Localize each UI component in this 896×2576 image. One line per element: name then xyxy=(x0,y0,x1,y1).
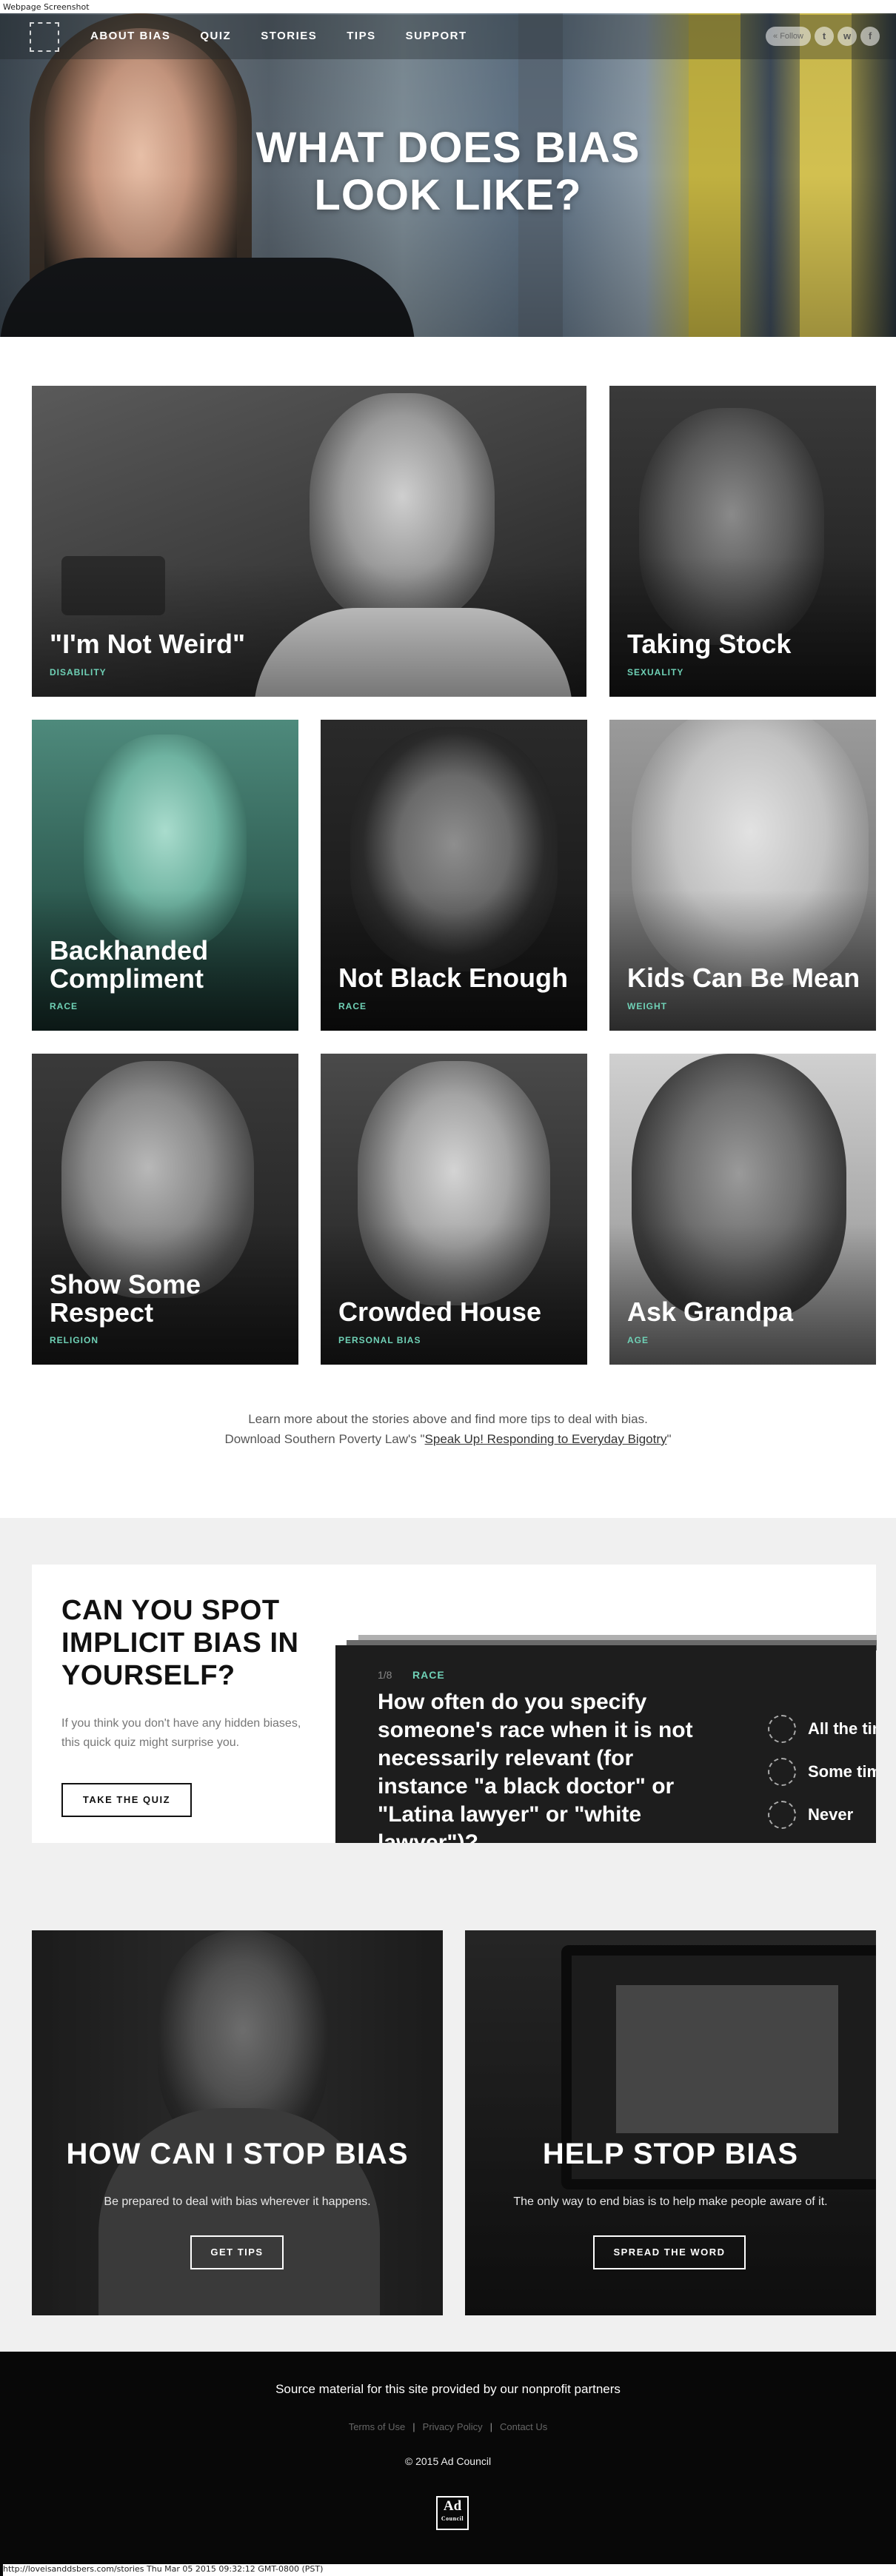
cta-subtitle: The only way to end bias is to help make… xyxy=(513,2195,828,2208)
site-logo[interactable] xyxy=(30,22,59,52)
nav-menu: ABOUT BIAS QUIZ STORIES TIPS SUPPORT xyxy=(90,30,467,42)
intro-suffix: " xyxy=(666,1432,672,1446)
intro-line1: Learn more about the stories above and f… xyxy=(248,1412,648,1426)
story-title: Not Black Enough xyxy=(338,963,569,993)
story-title: "I'm Not Weird" xyxy=(50,629,246,659)
social-links: « Follow t w f xyxy=(766,27,880,46)
ad-council-logo[interactable]: Ad Council xyxy=(436,2496,469,2530)
top-nav: ABOUT BIAS QUIZ STORIES TIPS SUPPORT « F… xyxy=(0,15,896,59)
footer-partners-text: Source material for this site provided b… xyxy=(275,2382,621,2396)
window-title: Webpage Screenshot xyxy=(3,2,90,12)
story-title: Show Some Respect xyxy=(50,1269,201,1328)
ad-council-logo-line1: Ad xyxy=(443,2498,462,2514)
nav-item-stories[interactable]: STORIES xyxy=(261,30,317,42)
story-tag: RACE xyxy=(338,1001,367,1011)
nav-item-tips[interactable]: TIPS xyxy=(347,30,375,42)
quiz-option-never[interactable]: Never xyxy=(768,1801,853,1829)
hero-title-line2: LOOK LIKE? xyxy=(314,171,582,219)
nav-item-about-bias[interactable]: ABOUT BIAS xyxy=(90,30,170,42)
quiz-counter: 1/8 xyxy=(378,1669,392,1681)
quiz-option-label: Some times xyxy=(808,1762,876,1781)
story-tag: WEIGHT xyxy=(627,1001,667,1011)
take-quiz-button[interactable]: TAKE THE QUIZ xyxy=(61,1783,192,1817)
hero-title-line1: WHAT DOES BIAS xyxy=(255,124,641,172)
story-title: Backhanded Compliment xyxy=(50,935,209,994)
nav-item-support[interactable]: SUPPORT xyxy=(406,30,467,42)
story-tag: DISABILITY xyxy=(50,667,107,678)
quiz-question-panel: 1/8 RACE How often do you specify someon… xyxy=(335,1645,876,1843)
story-card-kids-can-be-mean[interactable]: Kids Can Be Mean WEIGHT xyxy=(609,720,876,1031)
status-bar-url: http://loveisanddsbers.com/stories Thu M… xyxy=(3,2564,896,2576)
quiz-option-label: All the time xyxy=(808,1719,876,1738)
terms-link[interactable]: Terms of Use xyxy=(349,2421,406,2432)
twitter-icon[interactable]: w xyxy=(838,27,857,46)
story-tag: RELIGION xyxy=(50,1335,99,1345)
spread-the-word-button[interactable]: SPREAD THE WORD xyxy=(593,2235,746,2269)
story-title: Kids Can Be Mean xyxy=(627,963,860,993)
story-card-taking-stock[interactable]: Taking Stock SEXUALITY xyxy=(609,386,876,697)
quiz-subtitle: If you think you don't have any hidden b… xyxy=(61,1717,301,1749)
story-card-show-some-respect[interactable]: Show Some Respect RELIGION xyxy=(32,1054,298,1365)
story-tag: SEXUALITY xyxy=(627,667,684,678)
speak-up-link[interactable]: Speak Up! Responding to Everyday Bigotry xyxy=(425,1432,667,1446)
story-card-crowded-house[interactable]: Crowded House PERSONAL BIAS xyxy=(321,1054,587,1365)
cta-title: HOW CAN I STOP BIAS xyxy=(66,2138,409,2170)
story-title: Ask Grandpa xyxy=(627,1297,794,1327)
quiz-title: CAN YOU SPOT IMPLICIT BIAS IN YOURSELF? xyxy=(61,1595,299,1691)
nav-item-quiz[interactable]: QUIZ xyxy=(200,30,231,42)
radio-icon[interactable] xyxy=(768,1758,796,1786)
intro-prefix: Download Southern Poverty Law's " xyxy=(224,1432,425,1446)
quiz-category: RACE xyxy=(412,1669,445,1681)
cta-card-help-stop-bias[interactable]: HELP STOP BIAS The only way to end bias … xyxy=(465,1930,876,2315)
facebook-icon[interactable]: f xyxy=(860,27,880,46)
story-tag: AGE xyxy=(627,1335,649,1345)
cta-subtitle: Be prepared to deal with bias wherever i… xyxy=(104,2195,371,2208)
footer-copyright: © 2015 Ad Council xyxy=(404,2455,492,2467)
story-title: Taking Stock xyxy=(627,629,792,659)
story-card-not-black-enough[interactable]: Not Black Enough RACE xyxy=(321,720,587,1031)
follow-label: Follow xyxy=(780,32,803,41)
stories-intro: Learn more about the stories above and f… xyxy=(222,1409,674,1449)
intro-line2: Download Southern Poverty Law's "Speak U… xyxy=(222,1429,674,1449)
tumblr-icon[interactable]: t xyxy=(815,27,834,46)
story-title: Crowded House xyxy=(338,1297,542,1327)
story-card-ask-grandpa[interactable]: Ask Grandpa AGE xyxy=(609,1054,876,1365)
footer-links: Terms of Use | Privacy Policy | Contact Us xyxy=(348,2421,548,2432)
hero-title: WHAT DOES BIAS LOOK LIKE? xyxy=(0,124,896,219)
story-overlay xyxy=(609,1224,876,1365)
get-tips-button[interactable]: GET TIPS xyxy=(190,2235,284,2269)
ad-council-logo-line2: Council xyxy=(441,2515,464,2522)
cta-card-stop-bias[interactable]: HOW CAN I STOP BIAS Be prepared to deal … xyxy=(32,1930,443,2315)
quiz-option-all-the-time[interactable]: All the time xyxy=(768,1715,876,1743)
radio-icon[interactable] xyxy=(768,1715,796,1743)
story-tag: RACE xyxy=(50,1001,78,1011)
cta-title: HELP STOP BIAS xyxy=(542,2138,799,2170)
quiz-option-some-times[interactable]: Some times xyxy=(768,1758,876,1786)
quiz-question: How often do you specify someone's race … xyxy=(378,1690,693,1843)
hero-banner: WHAT DOES BIAS LOOK LIKE? xyxy=(0,13,896,337)
radio-icon[interactable] xyxy=(768,1801,796,1829)
follow-button[interactable]: « Follow xyxy=(766,27,811,46)
story-tag: PERSONAL BIAS xyxy=(338,1335,421,1345)
privacy-link[interactable]: Privacy Policy xyxy=(423,2421,483,2432)
story-card-im-not-weird[interactable]: "I'm Not Weird" DISABILITY xyxy=(32,386,586,697)
site-footer: Source material for this site provided b… xyxy=(0,2352,896,2576)
quiz-option-label: Never xyxy=(808,1805,854,1824)
contact-link[interactable]: Contact Us xyxy=(500,2421,547,2432)
story-card-backhanded-compliment[interactable]: Backhanded Compliment RACE xyxy=(32,720,298,1031)
